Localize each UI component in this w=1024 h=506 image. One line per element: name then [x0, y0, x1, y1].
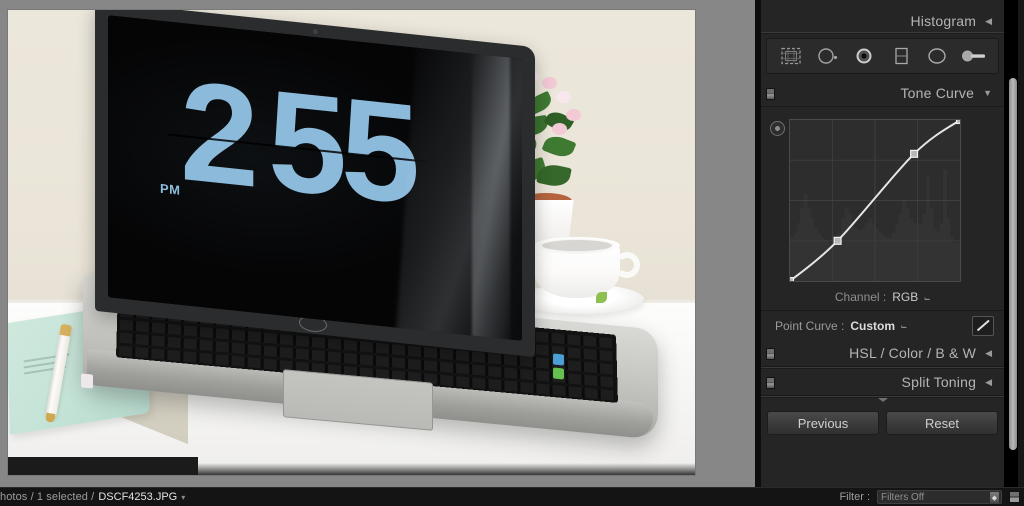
split-toning-header[interactable]: Split Toning ◀	[761, 369, 1004, 396]
panel-right-edge	[1018, 0, 1024, 487]
red-eye-correction-tool-icon[interactable]	[849, 43, 879, 69]
point-curve-stepper-icon[interactable]: ⨽	[901, 320, 907, 331]
point-curve-label: Point Curve :	[775, 318, 845, 333]
collapse-left-icon[interactable]: ◀	[985, 16, 992, 26]
photo-laptop-lid: PM 2 55	[95, 10, 535, 358]
tone-curve-graph[interactable]	[789, 119, 961, 282]
tone-curve-title: Tone Curve	[900, 85, 975, 101]
collapse-left-icon[interactable]: ◀	[985, 377, 992, 387]
clock-period-label: PM	[160, 180, 181, 198]
collapse-left-icon[interactable]: ◀	[985, 348, 992, 358]
panel-switch-icon[interactable]	[766, 348, 775, 360]
filmstrip-switch-icon[interactable]	[1009, 491, 1020, 503]
split-toning-title: Split Toning	[901, 374, 977, 390]
hsl-section: HSL / Color / B & W ◀	[761, 340, 1004, 369]
channel-stepper-icon[interactable]: ⨽	[924, 292, 930, 303]
radial-filter-tool-icon[interactable]	[922, 43, 952, 69]
filmstrip-path: hotos / 1 selected /	[0, 491, 95, 503]
filter-select[interactable]: Filters Off ◆	[877, 490, 1002, 504]
hsl-header[interactable]: HSL / Color / B & W ◀	[761, 340, 1004, 367]
filmstrip-bar: hotos / 1 selected / DSCF4253.JPG ▾ Filt…	[0, 487, 1024, 506]
panel-scrollbar-thumb[interactable]	[1009, 78, 1017, 450]
photo-laptop: PM 2 55	[81, 10, 683, 444]
spot-removal-tool-icon[interactable]	[813, 43, 843, 69]
lightroom-develop-window: PM 2 55 Histogram ◀ Tone Curve ▼ Channel…	[0, 0, 1024, 506]
histogram-header[interactable]: Histogram ◀	[761, 10, 1004, 32]
panel-sections: Histogram ◀ Tone Curve ▼ Channel: RGB ⨽…	[761, 0, 1004, 487]
photo-preview[interactable]: PM 2 55	[8, 10, 695, 475]
channel-value[interactable]: RGB	[892, 290, 918, 304]
point-curve-row: Point Curve : Custom ⨽	[761, 310, 1004, 340]
filmstrip-filter-area: Filter : Filters Off ◆	[839, 490, 1024, 504]
develop-right-panel: Histogram ◀ Tone Curve ▼ Channel: RGB ⨽…	[755, 0, 1024, 487]
chevron-down-icon[interactable]: ▾	[181, 493, 185, 502]
tone-curve-section: Tone Curve ▼ Channel: RGB ⨽ Point Curve…	[761, 80, 1004, 340]
chevron-down-icon[interactable]: ▼	[983, 88, 992, 98]
histogram-section: Histogram ◀	[761, 0, 1004, 80]
filmstrip-filename: DSCF4253.JPG	[98, 491, 178, 503]
point-curve-value[interactable]: Custom	[850, 319, 895, 333]
tone-curve-header[interactable]: Tone Curve ▼	[761, 80, 1004, 107]
filmstrip-breadcrumb[interactable]: hotos / 1 selected / DSCF4253.JPG ▾	[0, 491, 185, 503]
channel-label: Channel :	[834, 290, 887, 304]
graduated-filter-tool-icon[interactable]	[886, 43, 916, 69]
reset-button[interactable]: Reset	[886, 411, 998, 435]
hsl-title: HSL / Color / B & W	[849, 345, 977, 361]
image-viewer-area[interactable]: PM 2 55	[0, 0, 755, 487]
crop-overlay-tool-icon[interactable]	[776, 43, 806, 69]
adjustment-brush-tool-icon[interactable]	[959, 43, 989, 69]
targeted-adjustment-tool-icon[interactable]	[770, 121, 785, 136]
panel-switch-icon[interactable]	[766, 88, 775, 100]
split-toning-section: Split Toning ◀	[761, 369, 1004, 398]
panel-scrollbar[interactable]	[1007, 0, 1018, 487]
histogram-title: Histogram	[910, 13, 977, 29]
previous-button[interactable]: Previous	[767, 411, 879, 435]
edit-point-curve-button[interactable]	[972, 315, 994, 336]
panel-switch-icon[interactable]	[766, 377, 775, 389]
clock-hour-label: 2	[180, 50, 255, 218]
tone-curve-body: Channel : RGB ⨽	[761, 107, 1004, 310]
tool-strip	[766, 38, 999, 74]
filter-label: Filter :	[839, 491, 870, 503]
panel-button-row: Previous Reset	[761, 403, 1004, 441]
filter-stepper-icon[interactable]: ◆	[990, 492, 999, 503]
channel-row: Channel : RGB ⨽	[761, 284, 1004, 310]
tone-curve-plot[interactable]	[790, 120, 960, 282]
filter-value: Filters Off	[881, 491, 925, 503]
